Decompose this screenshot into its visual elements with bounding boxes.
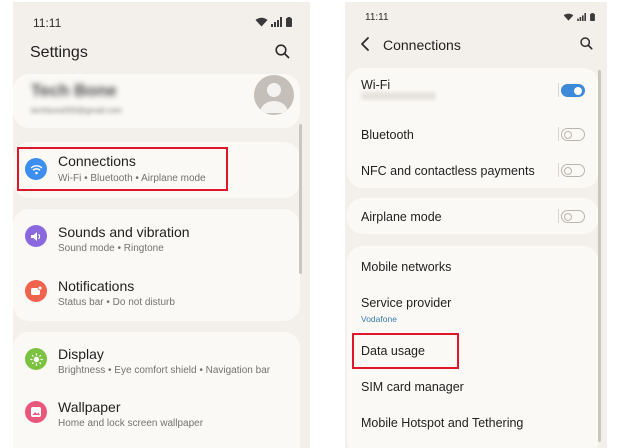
divider (558, 163, 559, 177)
wireless-card: Wi-Fi Bluetooth NFC and contactless paym… (347, 68, 599, 188)
connection-item-service-provider[interactable]: Service provider Vodafone (347, 286, 599, 332)
nfc-toggle[interactable] (561, 164, 585, 177)
wifi-status-icon (563, 13, 574, 21)
settings-item-wallpaper[interactable]: Wallpaper Home and lock screen wallpaper (13, 387, 300, 442)
connection-item-airplane[interactable]: Airplane mode (347, 198, 599, 234)
connections-screen: 11:11 Connections Wi-Fi Bluetooth NFC an… (345, 2, 607, 448)
connection-item-title: Mobile networks (361, 260, 452, 274)
divider (558, 127, 559, 141)
wifi-status-icon (255, 17, 268, 27)
connection-item-title: NFC and contactless payments (361, 164, 535, 178)
display-wallpaper-card: Display Brightness • Eye comfort shield … (13, 332, 300, 448)
profile-name: Tech Bone (31, 81, 117, 100)
connection-item-title: Wi-Fi (361, 78, 391, 92)
brightness-icon (25, 348, 47, 370)
connection-item-title: SIM card manager (361, 380, 464, 394)
search-icon[interactable] (275, 44, 290, 64)
profile-email: techbone000@gmail.com (31, 106, 122, 115)
status-time: 11:11 (33, 16, 62, 30)
settings-item-subtitle: Sound mode • Ringtone (58, 243, 164, 254)
connection-item-sim-manager[interactable]: SIM card manager (347, 368, 599, 404)
connection-item-nfc[interactable]: NFC and contactless payments (347, 150, 599, 188)
divider (558, 209, 559, 223)
divider (558, 83, 559, 97)
sound-notification-card: Sounds and vibration Sound mode • Ringto… (13, 209, 300, 321)
connection-item-hotspot[interactable]: Mobile Hotspot and Tethering (347, 404, 599, 440)
settings-item-subtitle: Home and lock screen wallpaper (58, 418, 204, 429)
settings-item-title: Sounds and vibration (58, 224, 190, 240)
notification-icon (25, 280, 47, 302)
wallpaper-icon (25, 401, 47, 423)
settings-item-sounds[interactable]: Sounds and vibration Sound mode • Ringto… (13, 209, 300, 265)
search-icon[interactable] (580, 37, 593, 55)
settings-screen: 11:11 Settings Tech Bone techbone000@gma… (13, 2, 310, 448)
settings-item-title: Display (58, 346, 104, 362)
back-arrow-icon[interactable] (359, 36, 371, 57)
airplane-card: Airplane mode (347, 198, 599, 234)
settings-item-notifications[interactable]: Notifications Status bar • Do not distur… (13, 265, 300, 321)
connection-item-title: Airplane mode (361, 210, 442, 224)
settings-item-title: Notifications (58, 278, 135, 294)
signal-icon (271, 17, 282, 27)
status-bar: 11:11 (345, 2, 607, 42)
scrollbar[interactable] (299, 124, 302, 274)
page-title: Settings (30, 44, 88, 61)
page-title: Connections (383, 37, 461, 53)
signal-icon (577, 13, 586, 21)
status-bar: 11:11 (13, 2, 310, 42)
scrollbar[interactable] (598, 70, 601, 442)
connection-item-title: Mobile Hotspot and Tethering (361, 416, 524, 430)
status-time: 11:11 (365, 12, 389, 23)
settings-item-subtitle: Status bar • Do not disturb (58, 297, 175, 308)
status-icons (563, 13, 595, 21)
data-usage-highlight-box (352, 333, 459, 369)
settings-item-display[interactable]: Display Brightness • Eye comfort shield … (13, 332, 300, 387)
battery-icon (590, 13, 595, 21)
volume-icon (25, 225, 47, 247)
settings-item-title: Wallpaper (58, 399, 121, 415)
status-icons (255, 17, 292, 27)
connection-item-title: Bluetooth (361, 128, 414, 142)
settings-item-subtitle: Brightness • Eye comfort shield • Naviga… (58, 365, 271, 376)
wifi-toggle[interactable] (561, 84, 585, 97)
connections-highlight-box (17, 147, 228, 191)
connection-item-subtitle: Vodafone (361, 314, 397, 324)
airplane-toggle[interactable] (561, 210, 585, 223)
avatar[interactable] (254, 75, 294, 115)
connection-item-title: Service provider (361, 296, 452, 310)
bluetooth-toggle[interactable] (561, 128, 585, 141)
connection-item-bluetooth[interactable]: Bluetooth (347, 112, 599, 150)
wifi-network-name (361, 92, 436, 100)
battery-icon (286, 17, 292, 27)
connection-item-mobile-networks[interactable]: Mobile networks (347, 246, 599, 286)
profile-card[interactable]: Tech Bone techbone000@gmail.com (13, 74, 300, 128)
connection-item-wifi[interactable]: Wi-Fi (347, 68, 599, 112)
